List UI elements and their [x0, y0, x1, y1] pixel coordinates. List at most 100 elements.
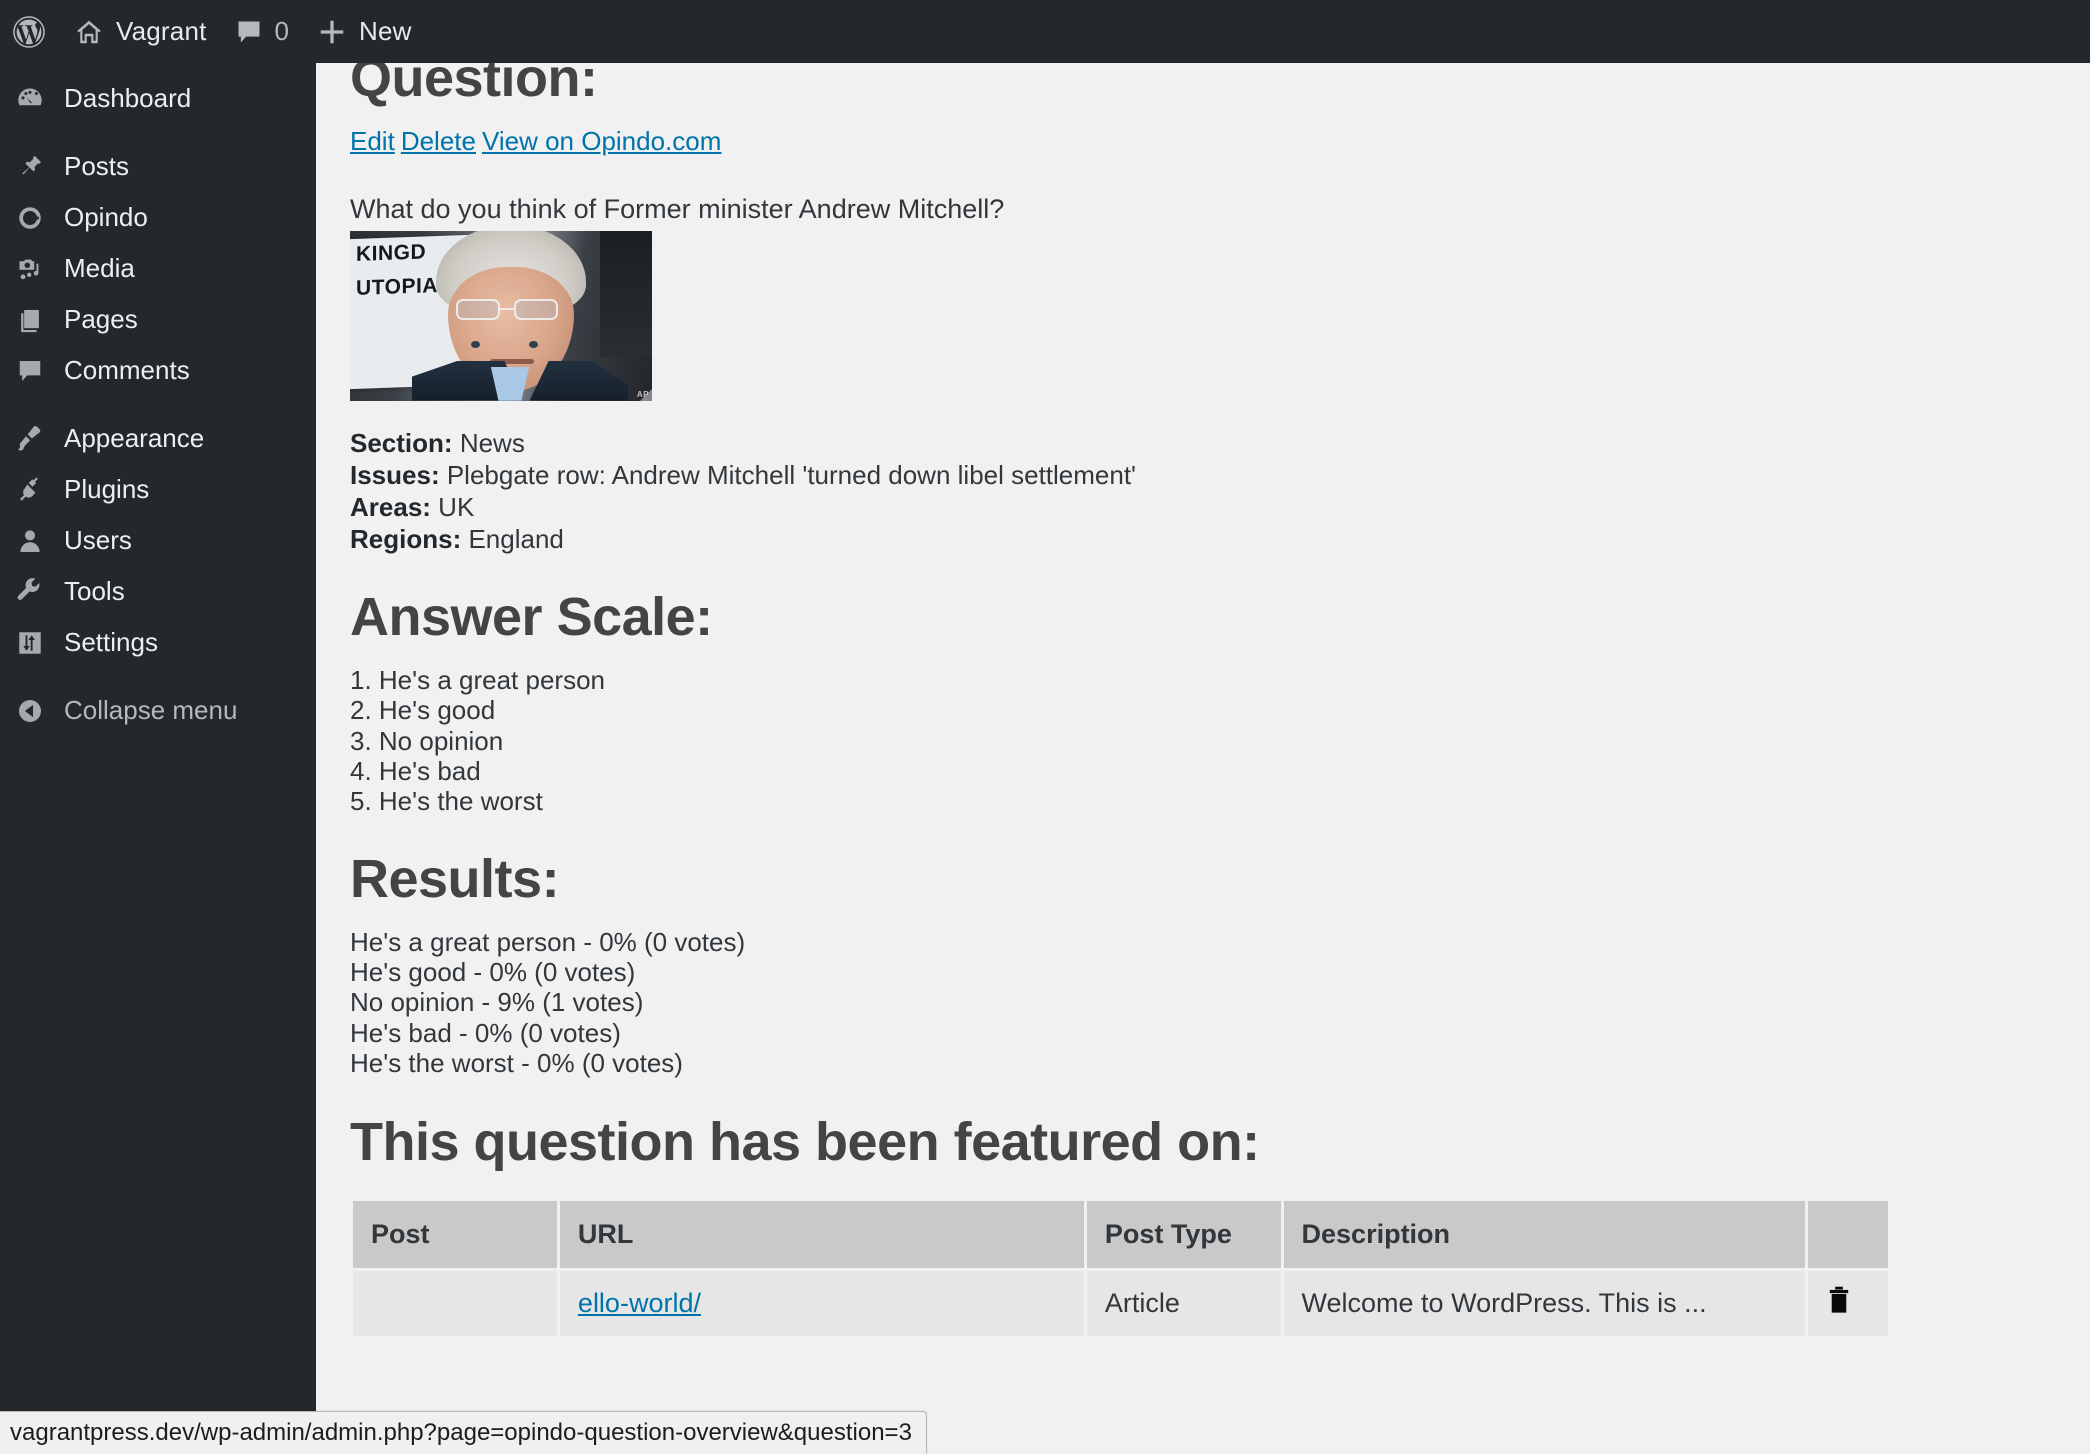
wordpress-logo-menu[interactable]	[0, 0, 60, 63]
list-item: He's bad - 0% (0 votes)	[350, 1017, 621, 1048]
sidebar-item-collapse-menu[interactable]: Collapse menu	[0, 685, 316, 736]
sidebar-item-tools[interactable]: Tools	[0, 566, 316, 617]
featured-on-heading: This question has been featured on:	[350, 1112, 1260, 1173]
trash-icon[interactable]	[1826, 1285, 1852, 1322]
sidebar-item-dashboard[interactable]: Dashboard	[0, 73, 316, 124]
answer-scale-heading: Answer Scale:	[350, 587, 713, 648]
image-resize-handle[interactable]	[640, 388, 652, 401]
sidebar-item-plugins[interactable]: Plugins	[0, 464, 316, 515]
sidebar-item-label: Media	[64, 253, 135, 283]
new-content-label: New	[359, 16, 412, 46]
featured-on-table: Post URL Post Type Description ello-worl…	[350, 1198, 1891, 1339]
wrench-icon	[16, 577, 58, 606]
list-item: 4. He's bad	[350, 756, 481, 787]
pages-stack-icon	[16, 306, 58, 334]
sidebar-item-label: Pages	[64, 304, 138, 334]
sidebar-separator	[0, 124, 316, 141]
sidebar-item-settings[interactable]: Settings	[0, 617, 316, 668]
plus-icon	[317, 17, 347, 47]
sidebar-item-pages[interactable]: Pages	[0, 294, 316, 345]
sign-line-1: KINGD	[356, 240, 427, 266]
sliders-icon	[16, 629, 58, 657]
sidebar-item-appearance[interactable]: Appearance	[0, 413, 316, 464]
meta-section-label: Section:	[350, 427, 453, 458]
comments-menu[interactable]: 0	[221, 0, 303, 63]
comment-count-label: 0	[274, 16, 290, 46]
photo-glasses	[450, 298, 572, 321]
sidebar-item-label: Users	[64, 525, 132, 555]
cell-post	[353, 1271, 557, 1337]
column-header-actions	[1807, 1201, 1888, 1269]
column-header-post-type: Post Type	[1086, 1201, 1281, 1269]
question-heading: Question:	[350, 63, 598, 108]
sidebar-item-label: Dashboard	[64, 83, 192, 113]
list-item: He's good - 0% (0 votes)	[350, 957, 636, 988]
results-heading: Results:	[350, 848, 560, 909]
photo-eye-right	[529, 340, 538, 348]
cell-description: Welcome to WordPress. This is ...	[1283, 1271, 1805, 1337]
collapse-arrow-left-icon	[16, 697, 58, 725]
photo-eye-left	[471, 340, 480, 348]
list-item: 2. He's good	[350, 695, 496, 726]
meta-areas-value: UK	[438, 491, 475, 522]
sidebar-item-comments[interactable]: Comments	[0, 345, 316, 396]
sidebar-item-label: Posts	[64, 151, 130, 181]
meta-areas: Areas: UK	[350, 491, 2060, 522]
meta-regions-label: Regions:	[350, 523, 462, 554]
list-item: No opinion - 9% (1 votes)	[350, 987, 644, 1018]
table-header-row: Post URL Post Type Description	[353, 1201, 1888, 1269]
list-item: He's a great person - 0% (0 votes)	[350, 926, 746, 957]
edit-link[interactable]: Edit	[350, 126, 395, 156]
column-header-description: Description	[1283, 1201, 1805, 1269]
post-url-link[interactable]: ello-world/	[578, 1288, 701, 1318]
results-list: He's a great person - 0% (0 votes) He's …	[350, 926, 2060, 1078]
pin-icon	[16, 153, 58, 181]
sign-line-2: UTOPIA	[356, 273, 438, 300]
meta-regions: Regions: England	[350, 523, 2060, 554]
photo-dark-figure	[600, 230, 652, 357]
sidebar-item-label: Tools	[64, 576, 125, 606]
question-meta: Section: News Issues: Plebgate row: Andr…	[350, 427, 2060, 554]
question-actions: Edit Delete View on Opindo.com	[350, 126, 2060, 157]
browser-status-bar: vagrantpress.dev/wp-admin/admin.php?page…	[0, 1411, 927, 1454]
wordpress-logo-icon	[12, 15, 46, 49]
paintbrush-icon	[16, 425, 58, 453]
list-item: 1. He's a great person	[350, 665, 605, 696]
sidebar-item-media[interactable]: Media	[0, 243, 316, 294]
meta-areas-label: Areas:	[350, 491, 431, 522]
sidebar-item-opindo[interactable]: Opindo	[0, 192, 316, 243]
sidebar-item-posts[interactable]: Posts	[0, 141, 316, 192]
sidebar-item-label: Collapse menu	[64, 695, 238, 725]
circle-ring-icon	[16, 204, 58, 232]
meta-issues-label: Issues:	[350, 459, 440, 490]
media-camera-music-icon	[16, 255, 58, 283]
list-item: He's the worst - 0% (0 votes)	[350, 1047, 683, 1078]
meta-regions-value: England	[468, 523, 564, 554]
sidebar-item-label: Plugins	[64, 474, 150, 504]
site-name-label: Vagrant	[116, 16, 207, 46]
cell-post-type: Article	[1086, 1271, 1281, 1337]
meta-issues: Issues: Plebgate row: Andrew Mitchell 't…	[350, 459, 2060, 490]
new-content-menu[interactable]: New	[303, 0, 426, 63]
site-name-menu[interactable]: Vagrant	[60, 0, 221, 63]
column-header-url: URL	[559, 1201, 1084, 1269]
delete-link[interactable]: Delete	[401, 126, 476, 156]
admin-sidebar: Dashboard Posts Opindo Media Pages Comme…	[0, 63, 316, 1454]
view-on-opindo-link[interactable]: View on Opindo.com	[482, 126, 721, 156]
home-icon	[74, 17, 104, 47]
meta-issues-value: Plebgate row: Andrew Mitchell 'turned do…	[446, 459, 1137, 490]
column-header-post: Post	[353, 1201, 557, 1269]
meta-section-value: News	[459, 427, 525, 458]
comment-bubble-icon	[16, 357, 58, 385]
plug-icon	[16, 476, 58, 504]
comment-bubble-icon	[235, 18, 263, 46]
status-bar-url: vagrantpress.dev/wp-admin/admin.php?page…	[10, 1419, 912, 1446]
table-row: ello-world/ Article Welcome to WordPress…	[353, 1271, 1888, 1337]
question-image: KINGD UTOPIA AP	[350, 230, 652, 401]
sidebar-item-users[interactable]: Users	[0, 515, 316, 566]
dashboard-gauge-icon	[16, 85, 58, 113]
question-text: What do you think of Former minister And…	[350, 194, 1005, 225]
sidebar-item-label: Comments	[64, 355, 190, 385]
sidebar-item-label: Opindo	[64, 202, 148, 232]
admin-bar: Vagrant 0 New	[0, 0, 2090, 63]
